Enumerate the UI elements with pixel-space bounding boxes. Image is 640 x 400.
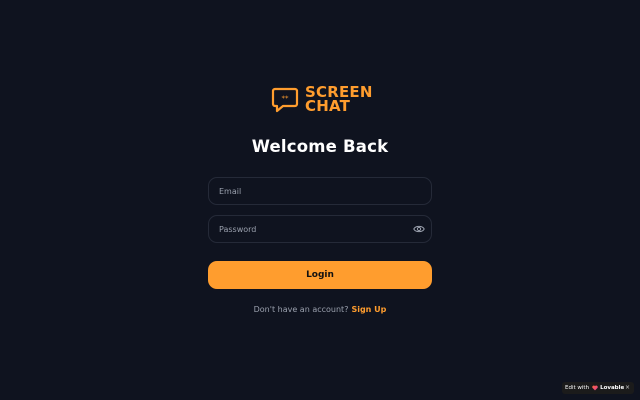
brand-name: SCREEN CHAT [305, 85, 373, 115]
signup-link[interactable]: Sign Up [351, 305, 386, 314]
email-field-container [208, 177, 432, 205]
heart-icon [592, 385, 598, 391]
email-field[interactable] [219, 178, 409, 204]
badge-prefix: Edit with [565, 385, 590, 391]
page-title: Welcome Back [251, 137, 389, 156]
svg-text:**: ** [282, 95, 290, 103]
password-field-container [208, 215, 432, 243]
app-logo: ** SCREEN CHAT [271, 85, 373, 115]
badge-brand: Lovable [600, 385, 625, 391]
password-field[interactable] [219, 216, 409, 242]
chat-bubble-icon: ** [271, 87, 299, 113]
close-icon[interactable]: × [625, 384, 630, 391]
signup-prompt-line: Don't have an account? Sign Up [0, 305, 640, 314]
signup-prompt: Don't have an account? [253, 305, 349, 314]
edit-with-lovable-badge[interactable]: Edit with Lovable × [562, 382, 634, 394]
login-page: ** SCREEN CHAT Welcome Back Login Don't … [0, 0, 640, 400]
brand-line-2: CHAT [305, 97, 351, 115]
eye-icon[interactable] [413, 224, 425, 234]
login-button[interactable]: Login [208, 261, 432, 289]
